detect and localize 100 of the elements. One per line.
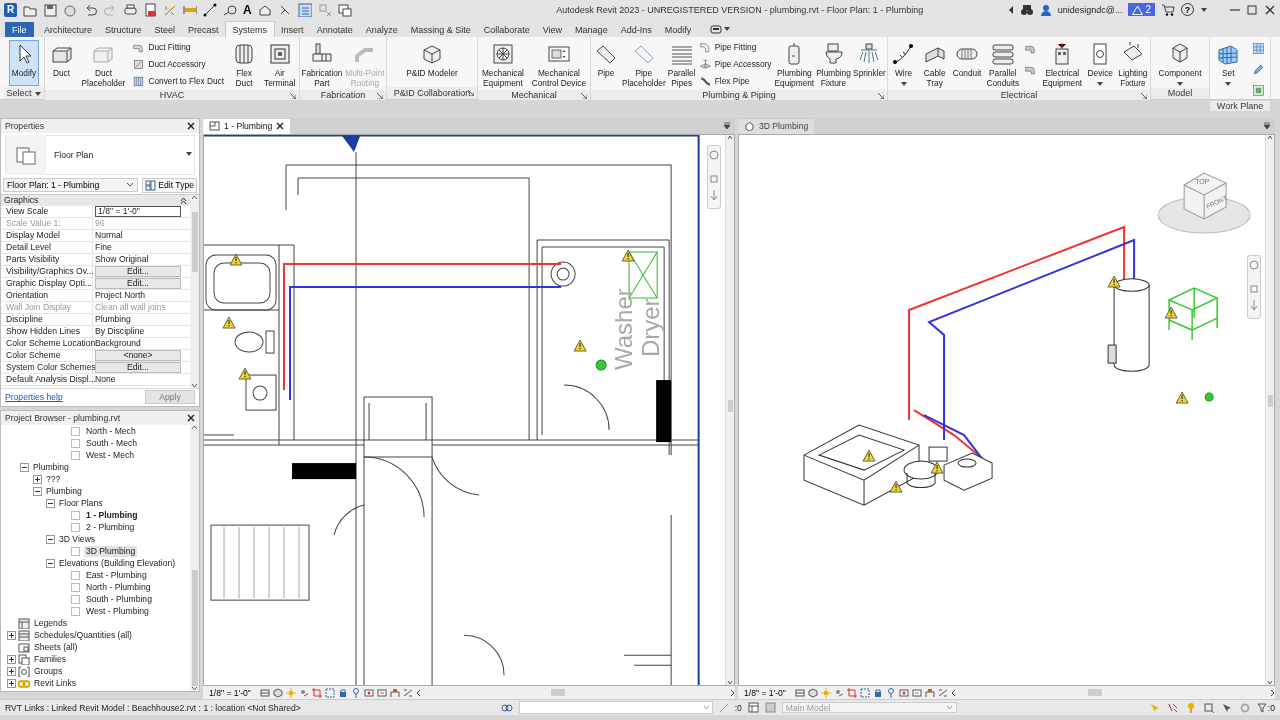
ribbon-tool[interactable]: Convert to Flex Duct (130, 73, 227, 89)
ribbon-tab[interactable]: Annotate (310, 21, 360, 37)
ribbon-tab[interactable]: Modify (658, 21, 698, 37)
browser-item[interactable]: 3D Plumbing (84, 546, 138, 558)
edit-type-button[interactable]: Edit Type (142, 177, 197, 193)
ribbon-tab[interactable]: Massing & Site (404, 21, 478, 37)
ribbon-tool[interactable]: Fabrication Part (300, 39, 344, 90)
ribbon-tool[interactable]: Lighting Fixture (1116, 39, 1150, 90)
ribbon-tab[interactable]: Steel (148, 21, 182, 37)
user-name[interactable]: unidesigndc@... (1057, 4, 1123, 15)
damper-icon (132, 57, 146, 71)
browser-item[interactable]: South - Plumbing (84, 594, 154, 606)
filter-count[interactable]: :0 (1256, 702, 1275, 713)
ribbon-tool[interactable]: Electrical Equipment (1040, 39, 1085, 90)
ribbon-tool[interactable]: Wire (888, 39, 919, 88)
ribbon-tool[interactable]: Duct (46, 39, 77, 80)
browser-item[interactable]: 3D Views (57, 534, 98, 546)
browser-item[interactable]: 1 - Plumbing (84, 510, 140, 522)
browser-item[interactable]: North - Mech (84, 426, 138, 438)
ribbon-tool[interactable]: Mechanical Control Device (529, 39, 589, 90)
navigation-bar[interactable] (1247, 254, 1261, 319)
property-name: Scale Value 1: (1, 217, 93, 229)
edit-button[interactable]: Edit... (95, 277, 181, 289)
ribbon-tool[interactable]: Duct Placeholder (79, 39, 128, 90)
type-selector[interactable]: Floor Plan (5, 134, 195, 175)
browser-item[interactable]: Legends (32, 618, 69, 630)
ribbon-tab[interactable]: Collaborate (477, 21, 537, 37)
ribbon-tab[interactable]: Systems (225, 20, 275, 37)
ribbon-tool[interactable]: Flex Duct (229, 39, 260, 90)
ribbon-tool[interactable]: Parallel Pipes (666, 39, 697, 90)
browser-item[interactable]: South - Mech (84, 438, 140, 450)
browser-item[interactable]: Families (32, 654, 68, 666)
property-field[interactable]: 1/8" = 1'-0" (95, 205, 181, 217)
document-tab[interactable]: 1 - Plumbing (203, 118, 291, 134)
scrollbar-thumb[interactable] (1087, 689, 1102, 697)
browser-item[interactable]: ??? (44, 474, 63, 486)
view-scale[interactable]: 1/8" = 1'-0" (209, 687, 257, 698)
ribbon-tool[interactable]: Duct Accessory (130, 56, 227, 72)
text-tool[interactable]: A (243, 2, 252, 17)
ribbon-tab[interactable]: Add-Ins (614, 21, 659, 37)
flex-duct-icon (132, 74, 146, 88)
ribbon-tool[interactable]: Plumbing Equipment (773, 39, 816, 90)
ribbon-tool[interactable]: Cable Tray (919, 39, 950, 90)
ribbon-tool[interactable]: Plumbing Fixture (815, 39, 852, 90)
browser-item[interactable]: Revit Links (32, 678, 79, 690)
edit-button[interactable]: <none> (95, 349, 181, 361)
scrollbar-thumb[interactable] (191, 211, 198, 272)
app-logo[interactable]: R (4, 2, 17, 17)
workset-dropdown[interactable] (518, 701, 713, 714)
panel-label[interactable]: Select (6, 87, 42, 98)
browser-item[interactable]: Elevations (Building Elevation) (57, 558, 178, 570)
view-selector[interactable]: Floor Plan: 1 - Plumbing (3, 178, 139, 193)
browser-item[interactable]: Sheets (all) (32, 642, 80, 654)
ribbon-tab[interactable]: Analyze (359, 21, 405, 37)
edit-button[interactable]: Edit... (95, 361, 181, 373)
ribbon-tab[interactable]: Insert (274, 21, 311, 37)
browser-item[interactable]: Groups (32, 666, 65, 678)
view-scale[interactable]: 1/8" = 1'-0" (744, 687, 792, 698)
scrollbar-thumb[interactable] (727, 399, 733, 412)
browser-item[interactable]: North - Plumbing (84, 582, 153, 594)
help-link[interactable]: Properties help (5, 392, 63, 403)
ribbon-tab[interactable]: Structure (98, 21, 149, 37)
view-cube-drawing[interactable] (1157, 172, 1251, 234)
ribbon-tool[interactable]: Flex Pipe (696, 73, 774, 89)
navigation-bar[interactable] (707, 144, 721, 209)
ribbon-tool[interactable]: Pipe (591, 39, 621, 80)
browser-item[interactable]: West - Mech (84, 450, 137, 462)
browser-item[interactable]: 2 - Plumbing (84, 522, 137, 534)
ribbon-tool[interactable]: Air Terminal (262, 39, 298, 90)
ribbon-tool[interactable]: Duct Fitting (130, 39, 227, 55)
browser-item[interactable]: Plumbing (44, 486, 84, 498)
ribbon-tab[interactable]: Precast (181, 21, 226, 37)
browser-item[interactable]: West - Plumbing (84, 606, 151, 618)
ribbon-tool[interactable]: Sprinkler (851, 39, 887, 80)
scrollbar-thumb[interactable] (550, 689, 565, 697)
ribbon-tool[interactable]: Modify (9, 39, 39, 86)
browser-item[interactable]: Plumbing (31, 462, 71, 474)
document-tab[interactable]: 3D Plumbing (738, 118, 815, 134)
ribbon-tool[interactable]: Mechanical Equipment (479, 39, 526, 90)
ribbon-tool[interactable]: Pipe Fitting (696, 39, 774, 55)
scrollbar-thumb[interactable] (1267, 394, 1273, 407)
ribbon-tab[interactable]: Architecture (37, 21, 99, 37)
ribbon-tool[interactable]: Set (1213, 39, 1244, 88)
browser-item[interactable]: Schedules/Quantities (all) (32, 630, 134, 642)
ribbon-tab[interactable]: View (536, 21, 569, 37)
ribbon-tool[interactable]: Pipe Placeholder (621, 39, 667, 90)
browser-item[interactable]: East - Plumbing (84, 570, 149, 582)
ribbon-tool[interactable]: Conduit (950, 39, 984, 80)
alerts-badge[interactable]: 2 (1128, 3, 1155, 17)
edit-button[interactable]: Edit... (95, 265, 181, 277)
ribbon-tab[interactable]: File (5, 21, 34, 37)
browser-item[interactable]: Floor Plans (57, 498, 105, 510)
ribbon-tool[interactable]: Component (1156, 39, 1204, 88)
ribbon-tool[interactable]: Device (1085, 39, 1116, 88)
ribbon-tool[interactable]: Parallel Conduits (984, 39, 1022, 90)
scrollbar-thumb[interactable] (191, 569, 198, 687)
ribbon-tool[interactable]: P&ID Modeler (404, 39, 460, 80)
ribbon-tool[interactable]: Pipe Accessory (696, 56, 774, 72)
ribbon-tab[interactable]: Manage (568, 21, 615, 37)
property-name: System Color Schemes (1, 361, 93, 373)
